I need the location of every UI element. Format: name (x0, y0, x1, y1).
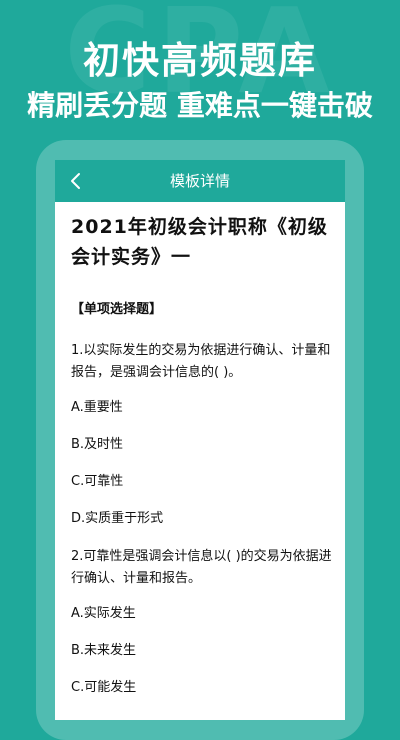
nav-title: 模板详情 (169, 172, 230, 190)
nav-bar: 模板详情 (55, 160, 345, 202)
hero-headline: 初快高频题库 (83, 39, 317, 82)
option-a[interactable]: A.重要性 (71, 398, 333, 418)
section-label: 【单项选择题】 (71, 302, 163, 317)
option-b[interactable]: B.及时性 (71, 435, 333, 455)
hero-subheadline: 精刷丢分题 重难点一键击破 (27, 89, 373, 122)
document-title: 2021年初级会计职称《初级会计实务》一 (71, 216, 328, 268)
option-a[interactable]: A.实际发生 (71, 604, 333, 624)
question-text: 1.以实际发生的交易为依据进行确认、计量和报告，是强调会计信息的( )。 (71, 343, 331, 380)
document-content: 2021年初级会计职称《初级会计实务》一 【单项选择题】 1.以实际发生的交易为… (71, 212, 333, 715)
option-b[interactable]: B.未来发生 (71, 641, 333, 661)
question-text: 2.可靠性是强调会计信息以( )的交易为依据进行确认、计量和报告。 (71, 549, 332, 586)
option-c[interactable]: C.可能发生 (71, 678, 333, 698)
option-d[interactable]: D.实质重于形式 (71, 509, 333, 529)
app-screen: 模板详情 2021年初级会计职称《初级会计实务》一 【单项选择题】 1.以实际发… (55, 160, 345, 720)
option-c[interactable]: C.可靠性 (71, 472, 333, 492)
